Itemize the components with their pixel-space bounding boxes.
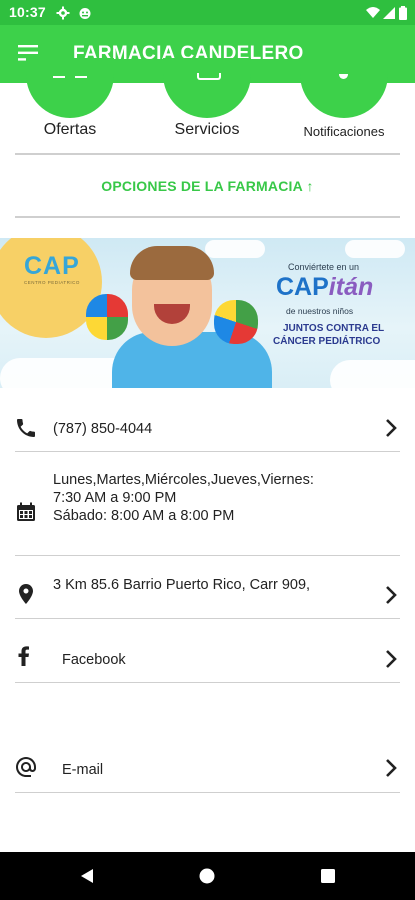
divider [15, 555, 400, 556]
services-label: Servicios [174, 121, 240, 138]
cap-logo-subtitle: CENTRO PEDIATRICO [24, 280, 80, 285]
cloud-decoration [345, 240, 405, 258]
cloud-decoration [330, 360, 415, 388]
at-sign-icon [16, 757, 36, 777]
painted-hand-left [86, 294, 128, 340]
settings-icon [56, 6, 70, 20]
hours-row: Lunes,Martes,Miércoles,Jueves,Viernes: 7… [0, 455, 415, 555]
home-icon[interactable] [198, 867, 216, 885]
back-icon[interactable] [78, 867, 96, 885]
hours-saturday: Sábado: 8:00 AM a 8:00 PM [53, 508, 235, 524]
divider [15, 216, 400, 218]
phone-row[interactable]: (787) 850-4044 [0, 402, 415, 452]
wifi-icon [366, 7, 380, 18]
phone-icon [17, 419, 35, 437]
email-label: E-mail [62, 762, 104, 778]
divider [15, 451, 400, 452]
chevron-right-icon [386, 419, 397, 437]
promo-banner[interactable]: CAP CENTRO PEDIATRICO Conviértete en un … [0, 238, 415, 388]
services-button[interactable] [163, 58, 251, 118]
status-time: 10:37 [9, 4, 46, 20]
status-bar: 10:37 [0, 0, 415, 25]
battery-icon [399, 6, 407, 20]
banner-line2: de nuestros niños [286, 306, 354, 316]
cloud-decoration [205, 240, 265, 258]
android-icon [79, 8, 91, 19]
calendar-icon [17, 502, 35, 521]
recents-icon[interactable] [319, 867, 337, 885]
divider [15, 792, 400, 793]
address-row[interactable]: 3 Km 85.6 Barrio Puerto Rico, Carr 909, [0, 558, 415, 618]
facebook-row[interactable]: Facebook [0, 622, 415, 682]
capitan-brand-b: itán [328, 273, 374, 301]
hours-weekdays-label: Lunes,Martes,Miércoles,Jueves,Viernes: [53, 472, 314, 488]
divider [15, 153, 400, 155]
painted-hand-right [214, 300, 258, 344]
banner-line4: CÁNCER PEDIÁTRICO [273, 336, 381, 347]
facebook-icon [18, 646, 29, 666]
capitan-brand-a: CAP [276, 273, 329, 301]
divider [15, 618, 400, 619]
email-row[interactable]: E-mail [0, 742, 415, 792]
hours-weekdays-time: 7:30 AM a 9:00 PM [53, 490, 177, 506]
address-text: 3 Km 85.6 Barrio Puerto Rico, Carr 909, [53, 577, 311, 593]
banner-line1: Conviértete en un [288, 262, 360, 272]
offers-button[interactable] [26, 58, 114, 118]
pharmacy-options-link[interactable]: OPCIONES DE LA FARMACIA ↑ [0, 178, 415, 194]
signal-icon [383, 7, 395, 19]
child-hair [130, 246, 214, 280]
phone-number: (787) 850-4044 [53, 421, 153, 437]
capitan-brand: CAPitán [276, 273, 373, 302]
chevron-right-icon [386, 759, 397, 777]
notifications-button[interactable] [300, 58, 388, 118]
location-pin-icon [19, 584, 33, 604]
cap-logo: CAP [24, 252, 80, 280]
chevron-right-icon [386, 586, 397, 604]
banner-line3: JUNTOS CONTRA EL [283, 323, 385, 334]
notifications-label: Notificaciones [303, 124, 385, 139]
divider [15, 682, 400, 683]
system-nav-bar [0, 852, 415, 900]
offers-label: Ofertas [43, 121, 97, 138]
chevron-right-icon [386, 650, 397, 668]
facebook-label: Facebook [62, 652, 126, 668]
